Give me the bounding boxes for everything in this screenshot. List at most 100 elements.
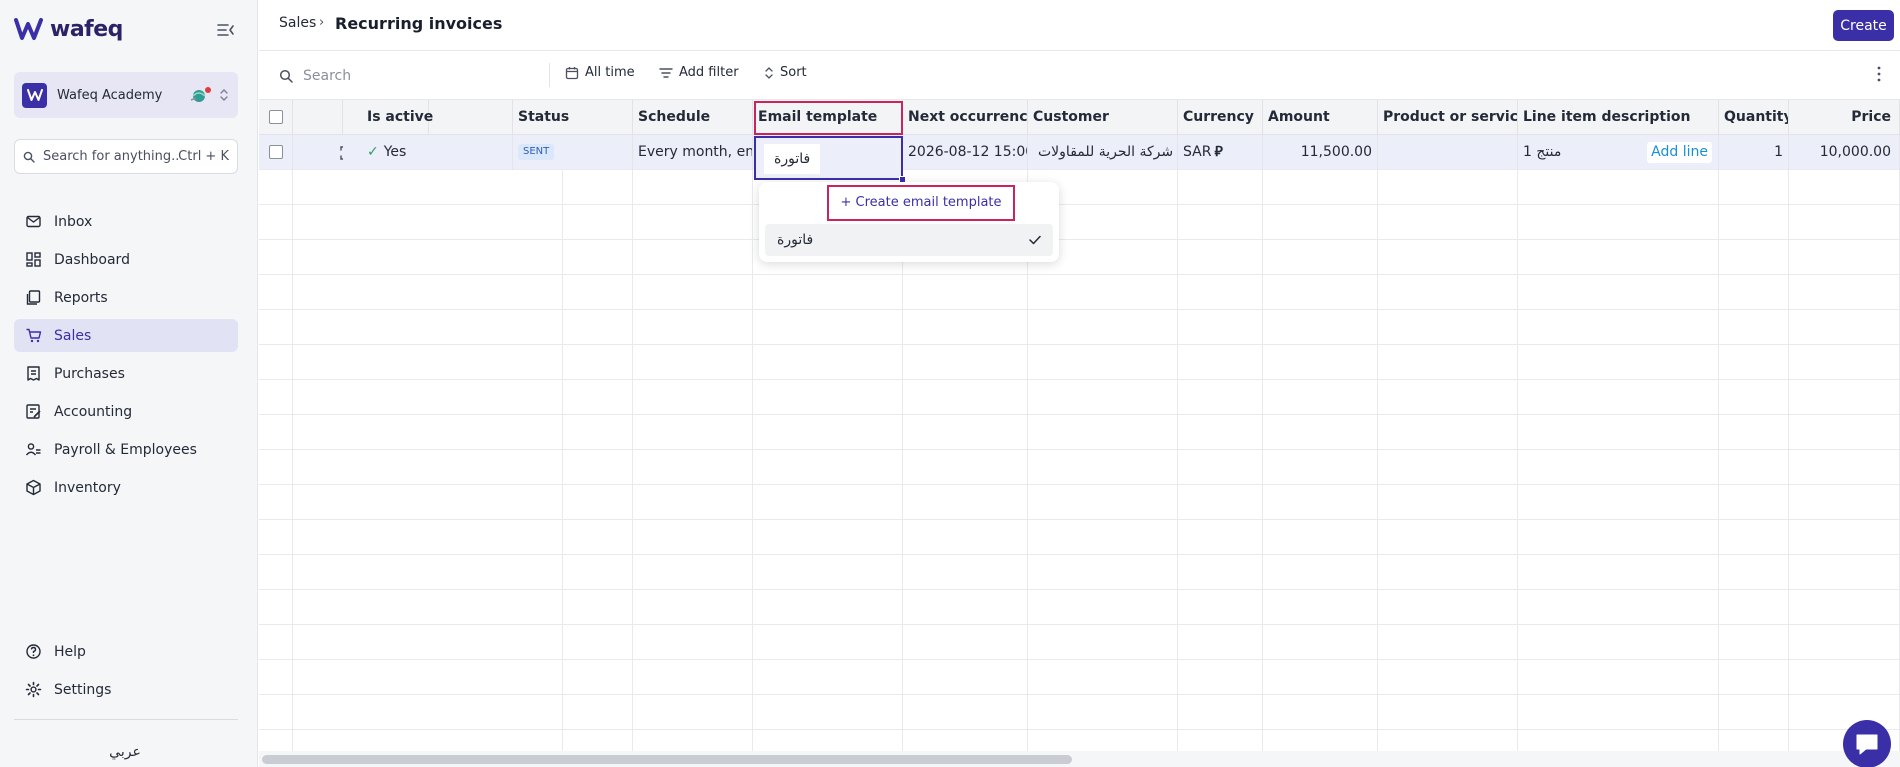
sidebar-item-purchases[interactable]: Purchases xyxy=(14,357,238,390)
sidebar-item-label: Reports xyxy=(54,289,108,306)
empty-cell xyxy=(1719,485,1789,520)
add-filter-button[interactable]: Add filter xyxy=(659,65,739,80)
sidebar-item-sales[interactable]: Sales xyxy=(14,319,238,352)
scrollbar-thumb[interactable] xyxy=(262,755,1072,764)
select-all-checkbox[interactable] xyxy=(269,110,283,124)
app-logo[interactable]: wafeq xyxy=(14,16,123,42)
cell-next-occurrence[interactable]: 2026-08-12 15:00 xyxy=(903,135,1028,170)
row-checkbox[interactable] xyxy=(269,145,283,159)
empty-cell xyxy=(1518,310,1719,345)
empty-table-row xyxy=(259,345,1900,380)
empty-cell xyxy=(259,380,293,415)
empty-cell xyxy=(1789,695,1900,730)
column-schedule[interactable]: Schedule xyxy=(633,100,753,135)
empty-cell xyxy=(753,730,903,751)
empty-cell xyxy=(1719,590,1789,625)
empty-cell xyxy=(1719,205,1789,240)
empty-cell xyxy=(1178,380,1263,415)
empty-cell xyxy=(513,590,633,625)
organization-switcher[interactable]: Wafeq Academy xyxy=(14,72,238,118)
column-quantity[interactable]: Quantity xyxy=(1719,100,1789,135)
empty-cell xyxy=(1719,555,1789,590)
sidebar-item-label: Sales xyxy=(54,327,92,344)
sidebar-item-label: Purchases xyxy=(54,365,125,382)
add-line-button[interactable]: Add line xyxy=(1647,142,1712,163)
empty-cell xyxy=(1719,380,1789,415)
chat-support-button[interactable] xyxy=(1843,720,1891,767)
cell-amount[interactable]: 11,500.00 xyxy=(1263,135,1378,170)
row-expand-cell xyxy=(293,135,343,170)
sidebar-item-inbox[interactable]: Inbox xyxy=(14,205,238,238)
create-email-template-button[interactable]: + Create email template xyxy=(827,185,1015,221)
empty-cell xyxy=(633,450,753,485)
column-next-occurrence[interactable]: Next occurrence xyxy=(903,100,1028,135)
cell-currency[interactable]: SAR ⃁ xyxy=(1178,135,1263,170)
table-header-row: Is active Status Schedule Email template… xyxy=(259,100,1900,135)
sort-button[interactable]: Sort xyxy=(764,65,807,80)
empty-cell xyxy=(633,310,753,345)
empty-cell xyxy=(513,310,633,345)
global-search[interactable]: Search for anything... Ctrl + K xyxy=(14,139,238,174)
sync-status-icon[interactable] xyxy=(190,86,212,104)
column-customer[interactable]: Customer xyxy=(1028,100,1178,135)
column-line-item-description[interactable]: Line item description xyxy=(1518,100,1719,135)
empty-cell xyxy=(903,380,1028,415)
cell-status[interactable]: SENT xyxy=(513,135,633,170)
cell-email-template[interactable]: فاتورة xyxy=(754,136,903,180)
empty-cell xyxy=(1263,450,1378,485)
cell-line-item-description[interactable]: منتج 1 Add line xyxy=(1518,135,1719,170)
empty-cell xyxy=(1518,240,1719,275)
table-row[interactable]: ✓ Yes SENT Every month, end 2026-08-12 15… xyxy=(259,135,1900,170)
column-price[interactable]: Price xyxy=(1789,100,1900,135)
sidebar-item-label: Accounting xyxy=(54,403,133,420)
email-template-option[interactable]: فاتورة xyxy=(765,224,1053,256)
org-name: Wafeq Academy xyxy=(57,87,163,103)
sidebar-item-dashboard[interactable]: Dashboard xyxy=(14,243,238,276)
collapse-sidebar-icon[interactable] xyxy=(216,21,236,39)
language-toggle[interactable]: عربي xyxy=(0,744,250,760)
cell-customer[interactable]: شركة الحرية للمقاولات xyxy=(1028,135,1178,170)
cell-quantity[interactable]: 1 xyxy=(1719,135,1789,170)
column-currency[interactable]: Currency xyxy=(1178,100,1263,135)
table-search xyxy=(279,63,537,89)
create-button[interactable]: Create xyxy=(1833,10,1894,41)
sidebar-item-reports[interactable]: Reports xyxy=(14,281,238,314)
column-email-template[interactable]: Email template xyxy=(753,100,903,135)
column-status[interactable]: Status xyxy=(513,100,633,135)
empty-cell xyxy=(1263,275,1378,310)
empty-cell xyxy=(1178,485,1263,520)
inbox-icon xyxy=(26,215,41,228)
empty-cell xyxy=(1028,345,1178,380)
sidebar-item-accounting[interactable]: Accounting xyxy=(14,395,238,428)
more-options-icon[interactable] xyxy=(1872,65,1886,83)
empty-cell xyxy=(1178,170,1263,205)
horizontal-scrollbar[interactable] xyxy=(259,751,1900,767)
column-product-or-service[interactable]: Product or service xyxy=(1378,100,1518,135)
empty-cell xyxy=(633,205,753,240)
empty-cell xyxy=(633,380,753,415)
column-is-active[interactable]: Is active xyxy=(343,100,513,135)
empty-cell xyxy=(1378,170,1518,205)
cell-product-or-service[interactable] xyxy=(1378,135,1518,170)
filter-lines-icon xyxy=(659,67,673,78)
cell-price[interactable]: 10,000.00 xyxy=(1789,135,1900,170)
recurring-invoices-table: Is active Status Schedule Email template… xyxy=(259,100,1900,751)
cell-schedule[interactable]: Every month, end xyxy=(633,135,753,170)
sidebar-item-settings[interactable]: Settings xyxy=(14,673,238,706)
table-search-input[interactable] xyxy=(303,68,523,84)
sidebar-item-inventory[interactable]: Inventory xyxy=(14,471,238,504)
breadcrumb-sales[interactable]: Sales xyxy=(279,15,316,31)
empty-cell xyxy=(1378,380,1518,415)
cell-is-active[interactable]: ✓ Yes xyxy=(343,135,513,170)
empty-cell xyxy=(1178,275,1263,310)
empty-cell xyxy=(1518,485,1719,520)
column-amount[interactable]: Amount xyxy=(1263,100,1378,135)
search-icon xyxy=(23,151,35,163)
email-template-value[interactable]: فاتورة xyxy=(764,144,821,174)
sidebar-item-help[interactable]: Help xyxy=(14,635,238,668)
receipt-icon xyxy=(27,366,40,381)
empty-cell xyxy=(903,485,1028,520)
sidebar-item-payroll[interactable]: Payroll & Employees xyxy=(14,433,238,466)
date-filter-button[interactable]: All time xyxy=(565,65,635,80)
empty-cell xyxy=(1263,415,1378,450)
